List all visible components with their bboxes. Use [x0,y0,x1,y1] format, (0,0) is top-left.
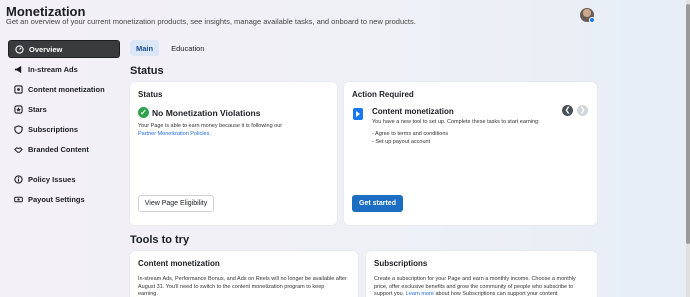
action-item-description: You have a new tool to set up. Complete … [372,119,540,125]
list-item: - Agree to terms and conditions [372,131,449,137]
scrollbar-thumb[interactable] [686,4,690,244]
tools-section-title: Tools to try [130,234,190,246]
sidebar: Overview In-stream Ads Content monetizat… [8,40,120,210]
content-monetization-icon [353,108,363,120]
task-list: - Agree to terms and conditions - Set up… [372,131,448,146]
action-required-card: Action Required ❮ ❯ Content monetization… [344,82,597,225]
tool-card-title: Subscriptions [374,259,428,268]
sidebar-item-label: Overview [29,44,63,54]
facebook-badge-icon [589,17,595,23]
carousel-next-button[interactable]: ❯ [577,105,588,116]
sidebar-item-branded-content[interactable]: Branded Content [8,140,120,158]
tab-education[interactable]: Education [165,40,210,56]
tool-desc-line: Create a subscription for your Page and … [374,276,576,282]
status-card-title: Status [138,90,163,99]
page-header: Monetization Get an overview of your cur… [0,0,690,34]
sidebar-item-content-monetization[interactable]: Content monetization [8,80,120,98]
handshake-icon [14,145,23,154]
check-circle-icon: ✓ [138,107,149,118]
money-icon [14,195,23,204]
star-icon [14,104,23,114]
action-item-title: Content monetization [372,107,454,116]
sidebar-item-label: Subscriptions [28,124,79,134]
status-section-title: Status [130,65,164,77]
content-monetization-tool-card[interactable]: Content monetization In-stream Ads, Perf… [130,251,358,297]
action-card-title: Action Required [352,90,414,99]
sidebar-item-label: Stars [28,104,47,114]
violation-desc-text: Your Page is able to earn money because … [138,123,283,129]
tool-desc-line: about how Subscriptions can support your… [433,291,558,297]
violation-status-title: No Monetization Violations [152,108,261,118]
violation-status-description: Your Page is able to earn money because … [138,123,308,138]
sidebar-item-policy-issues[interactable]: Policy Issues [8,170,120,188]
sidebar-item-label: Payout Settings [28,194,85,204]
sidebar-item-label: Branded Content [28,144,89,154]
tool-card-description: In-stream Ads, Performance Bonus, and Ad… [138,276,347,297]
tool-desc-line: August 31. You'll need to switch to the … [138,283,325,290]
sidebar-item-payout-settings[interactable]: Payout Settings [8,190,120,208]
tool-card-description: Create a subscription for your Page and … [374,276,576,297]
content-monetization-icon [14,84,23,94]
tool-desc-line: support you. [374,291,406,297]
sidebar-item-stars[interactable]: Stars [8,100,120,118]
tool-desc-line: earning. [138,291,158,297]
sidebar-item-label: In-stream Ads [28,64,78,74]
sidebar-item-label: Content monetization [28,84,105,94]
tool-card-title: Content monetization [138,259,220,268]
get-started-button[interactable]: Get started [352,195,403,212]
sidebar-item-subscriptions[interactable]: Subscriptions [8,120,120,138]
list-item: - Set up payout account [372,138,431,145]
status-card: Status ✓ No Monetization Violations Your… [130,82,337,225]
subscriptions-tool-card[interactable]: Subscriptions Create a subscription for … [366,251,597,297]
view-page-eligibility-button[interactable]: View Page Eligibility [138,195,214,212]
tool-desc-line: In-stream Ads, Performance Bonus, and Ad… [138,276,347,282]
gauge-icon [15,44,24,54]
sidebar-item-label: Policy Issues [28,174,76,184]
megaphone-icon [14,65,23,74]
info-icon [14,174,23,184]
page-subtitle: Get an overview of your current monetiza… [6,17,416,26]
carousel-prev-button[interactable]: ❮ [562,105,573,116]
partner-policies-link[interactable]: Partner Monetization Policies. [138,131,211,137]
shield-icon [14,124,23,134]
sidebar-item-overview[interactable]: Overview [8,40,120,58]
tab-main[interactable]: Main [130,40,160,56]
tab-bar: Main Education [130,40,216,56]
sidebar-divider [8,160,120,170]
sidebar-item-in-stream-ads[interactable]: In-stream Ads [8,60,120,78]
learn-more-link[interactable]: Learn more [406,291,434,297]
tool-desc-line: price, offer exclusive benefits and grow… [374,283,574,290]
